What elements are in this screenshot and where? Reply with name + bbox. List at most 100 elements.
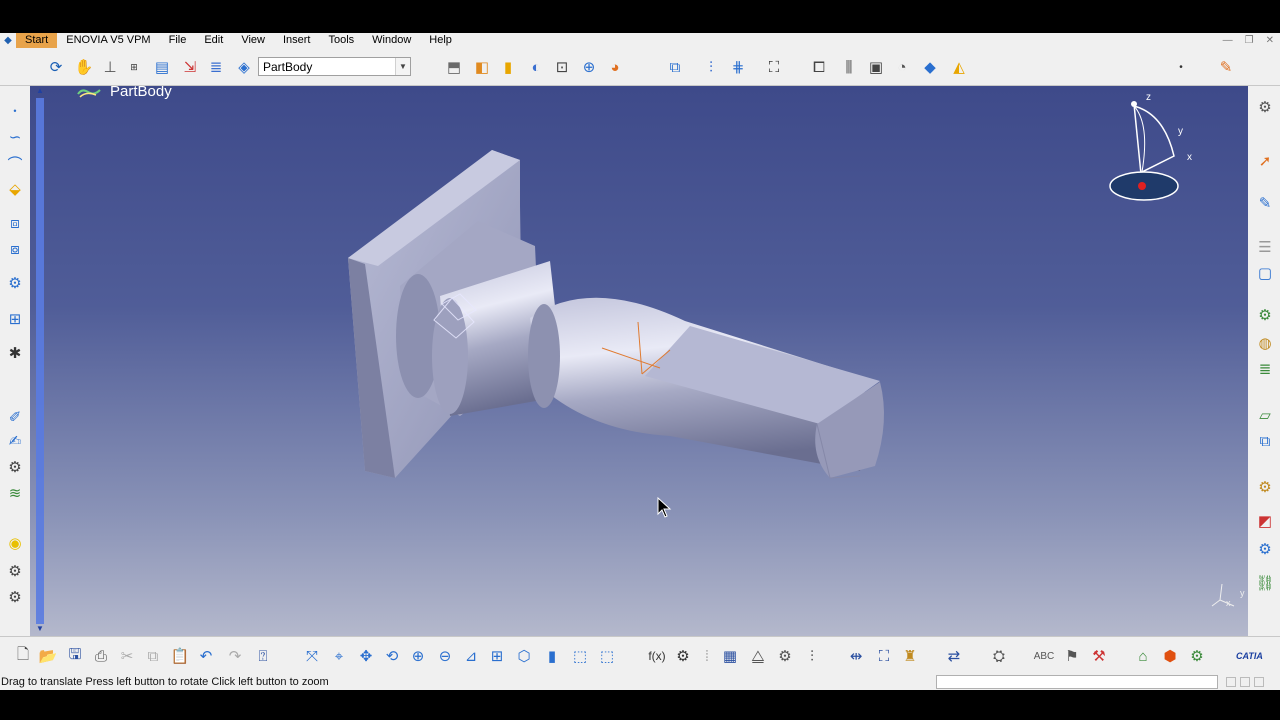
- copy-icon[interactable]: ⧉: [142, 645, 164, 667]
- redo-icon[interactable]: ↷: [224, 645, 246, 667]
- scroll-track[interactable]: [36, 98, 44, 624]
- axis-system-icon[interactable]: ⊥: [99, 56, 121, 78]
- multi-view-icon[interactable]: ⊞: [486, 645, 508, 667]
- print-icon[interactable]: ⎙: [90, 645, 112, 667]
- edit-sketch-icon[interactable]: ✍: [4, 430, 26, 452]
- table-icon[interactable]: ⊞: [4, 308, 26, 330]
- part-model[interactable]: [30, 86, 1248, 636]
- swap-space-icon[interactable]: ⬚: [596, 645, 618, 667]
- sketch-icon[interactable]: ⧠: [808, 56, 830, 78]
- minimize-icon[interactable]: —: [1223, 33, 1233, 48]
- close-icon[interactable]: ✕: [1266, 33, 1274, 48]
- catalog-icon[interactable]: ▦: [719, 645, 741, 667]
- pen-icon[interactable]: ✐: [4, 406, 26, 428]
- globe-icon[interactable]: ⚙: [1254, 304, 1276, 326]
- status-box-3[interactable]: [1254, 677, 1264, 687]
- gear-icon[interactable]: ⚙: [4, 456, 26, 478]
- fillet-icon[interactable]: ◕: [604, 56, 626, 78]
- menu-window[interactable]: Window: [363, 33, 420, 48]
- assembly-icon[interactable]: ⚙: [4, 560, 26, 582]
- shaft-icon[interactable]: ▮: [497, 56, 519, 78]
- text-icon[interactable]: ABC: [1033, 645, 1055, 667]
- undo-icon[interactable]: ↶: [195, 645, 217, 667]
- profile-icon[interactable]: ⫼: [838, 56, 860, 78]
- select-icon[interactable]: ➚: [1254, 150, 1276, 172]
- status-box-1[interactable]: [1226, 677, 1236, 687]
- inertia-icon[interactable]: ♜: [899, 645, 921, 667]
- constraint-icon[interactable]: ⧉: [664, 56, 686, 78]
- render-icon[interactable]: ◭: [948, 56, 970, 78]
- menu-edit[interactable]: Edit: [195, 33, 232, 48]
- zoom-in-icon[interactable]: ⊕: [407, 645, 429, 667]
- menu-view[interactable]: View: [232, 33, 274, 48]
- menu-help[interactable]: Help: [420, 33, 461, 48]
- tree-icon[interactable]: ≣: [205, 56, 227, 78]
- analysis-tool-icon[interactable]: ⚙: [774, 645, 796, 667]
- house-icon[interactable]: ⌂: [1132, 645, 1154, 667]
- body-icon[interactable]: ◈: [233, 56, 255, 78]
- knowledge-icon[interactable]: ⚙: [672, 645, 694, 667]
- rib-icon[interactable]: ⊕: [578, 56, 600, 78]
- menu-file[interactable]: File: [160, 33, 196, 48]
- mechanism-right-icon[interactable]: ⚙: [1254, 538, 1276, 560]
- render-mode-icon[interactable]: ◍: [1254, 332, 1276, 354]
- body-select[interactable]: PartBody ▼: [258, 57, 411, 76]
- zoom-out-icon[interactable]: ⊖: [434, 645, 456, 667]
- macro-icon[interactable]: ⧋: [747, 645, 769, 667]
- part-design-icon[interactable]: ⚙: [1254, 476, 1276, 498]
- save-icon[interactable]: 🖫: [64, 645, 86, 667]
- pocket-icon[interactable]: ◧: [471, 56, 493, 78]
- fit-icon[interactable]: ⌖: [328, 645, 350, 667]
- hand-icon[interactable]: ✋: [73, 56, 95, 78]
- snap-icon[interactable]: ✱: [4, 342, 26, 364]
- stack-icon[interactable]: ⧉: [1254, 430, 1276, 452]
- link-icon[interactable]: ⛓: [1254, 572, 1276, 594]
- normal-view-icon[interactable]: ⊿: [460, 645, 482, 667]
- catia-app-icon[interactable]: ◆: [0, 33, 16, 48]
- new-file-icon[interactable]: 🗋: [12, 645, 34, 667]
- chevron-down-icon[interactable]: ▼: [395, 58, 410, 75]
- scroll-down-icon[interactable]: ▼: [34, 624, 46, 634]
- green-gear-icon[interactable]: ⚙: [1186, 645, 1208, 667]
- list-icon[interactable]: ☰: [1254, 236, 1276, 258]
- wireframe-icon[interactable]: ▤: [151, 56, 173, 78]
- measure-between-icon[interactable]: ⇹: [845, 645, 867, 667]
- menu-insert[interactable]: Insert: [274, 33, 320, 48]
- paste-icon[interactable]: 📋: [169, 645, 191, 667]
- measure-icon[interactable]: ⊞: [123, 56, 145, 78]
- tree-scrollbar[interactable]: ▲ ▼: [32, 86, 46, 636]
- scroll-up-icon[interactable]: ▲: [34, 86, 46, 96]
- status-box-2[interactable]: [1240, 677, 1250, 687]
- command-input[interactable]: [936, 675, 1218, 689]
- workbench-icon[interactable]: ✎: [1215, 56, 1237, 78]
- circle-icon[interactable]: ◔: [891, 56, 913, 78]
- iso-view-icon[interactable]: ⬡: [513, 645, 535, 667]
- material-icon[interactable]: ◆: [919, 56, 941, 78]
- boolean-icon[interactable]: ◩: [1254, 510, 1276, 532]
- dot-icon[interactable]: •: [1170, 56, 1192, 78]
- shading-icon[interactable]: ▮: [541, 645, 563, 667]
- scan-icon[interactable]: ⇲: [179, 56, 201, 78]
- annotate-icon[interactable]: ✎: [1254, 192, 1276, 214]
- fly-mode-icon[interactable]: ⤧: [301, 645, 323, 667]
- dim-icon[interactable]: ⁞: [696, 645, 718, 667]
- menu-start[interactable]: Start: [16, 33, 58, 48]
- tools-icon[interactable]: ⚒: [1088, 645, 1110, 667]
- transform-icon[interactable]: ⚙: [4, 272, 26, 294]
- camera-icon[interactable]: ⛭: [988, 645, 1010, 667]
- menu-tools[interactable]: Tools: [319, 33, 363, 48]
- arc-icon[interactable]: ⌒: [4, 152, 26, 174]
- compass-icon[interactable]: [1106, 94, 1196, 214]
- layer-icon[interactable]: ≋: [4, 482, 26, 504]
- whats-this-icon[interactable]: ⍰: [252, 645, 274, 667]
- rotate-icon[interactable]: ⟲: [381, 645, 403, 667]
- settings-icon[interactable]: ⚙: [1254, 96, 1276, 118]
- mechanism-icon[interactable]: ⚙: [4, 586, 26, 608]
- eraser-icon[interactable]: ⬙: [4, 178, 26, 200]
- analysis-icon[interactable]: ⫶: [700, 56, 722, 78]
- menu-enovia[interactable]: ENOVIA V5 VPM: [57, 33, 159, 48]
- offset-icon[interactable]: ⧈: [4, 212, 26, 234]
- formula-icon[interactable]: f(x): [646, 645, 668, 667]
- layers-icon[interactable]: ≣: [1254, 358, 1276, 380]
- grid-icon[interactable]: ⋕: [727, 56, 749, 78]
